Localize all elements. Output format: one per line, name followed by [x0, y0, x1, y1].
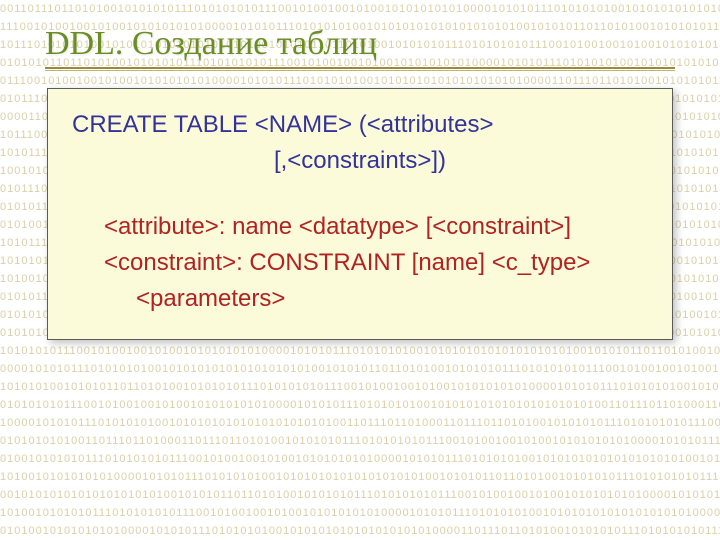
slide-content: DDL. Создание таблиц CREATE TABLE <NAME>…: [0, 0, 720, 340]
syntax-line-3: <attribute>: name <datatype> [<constrain…: [72, 209, 648, 245]
syntax-line-4a: <constraint>: CONSTRAINT [name] <c_type>: [72, 245, 648, 281]
title-underline: [45, 67, 675, 70]
syntax-line-2: [,<constraints>]): [72, 143, 648, 179]
syntax-line-1: CREATE TABLE <NAME> (<attributes>: [72, 107, 648, 143]
slide-title: DDL. Создание таблиц: [45, 25, 675, 63]
syntax-line-4b: <parameters>: [72, 281, 648, 317]
syntax-box: CREATE TABLE <NAME> (<attributes> [,<con…: [47, 88, 673, 340]
